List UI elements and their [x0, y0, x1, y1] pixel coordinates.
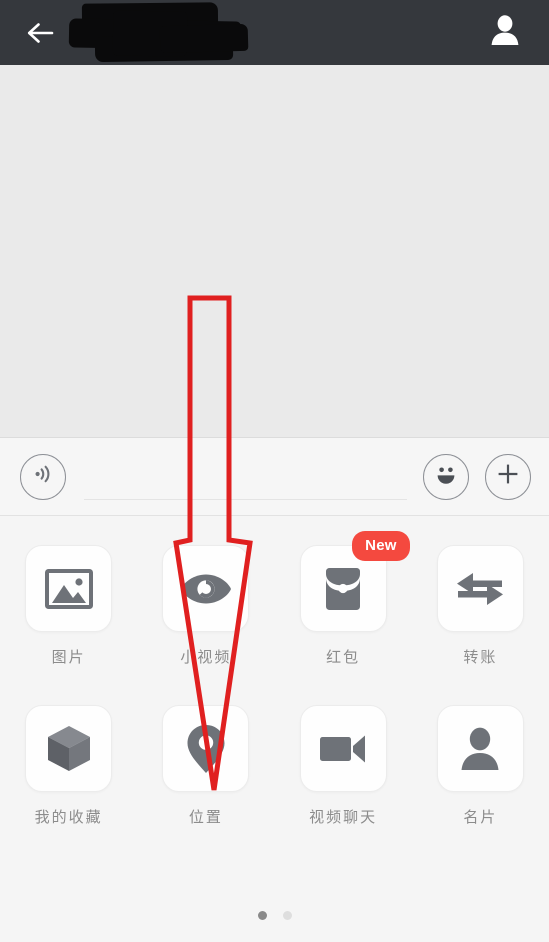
cube-icon [45, 724, 93, 774]
panel-item-label: 位置 [188, 809, 223, 826]
panel-item-label: 名片 [463, 809, 498, 826]
attachment-panel: 图片 小视频 New 红包 转账 我的收藏 位置 视频聊天 名片 [0, 516, 549, 942]
panel-row: 图片 小视频 New 红包 转账 [0, 528, 549, 688]
more-functions-button[interactable] [485, 453, 531, 500]
page-dot-2[interactable] [282, 911, 292, 920]
voice-input-button[interactable] [20, 453, 66, 500]
contact-info-button[interactable] [483, 11, 527, 55]
new-badge: New [352, 531, 410, 561]
panel-tile[interactable] [162, 545, 250, 632]
eye-icon [179, 572, 233, 606]
panel-item-label: 小视频 [180, 649, 232, 666]
panel-tile[interactable] [299, 705, 387, 792]
panel-item-transfer[interactable]: 转账 [412, 528, 549, 688]
panel-tile[interactable]: New [299, 531, 410, 632]
panel-tile[interactable] [436, 545, 524, 632]
back-button[interactable] [18, 11, 62, 55]
page-dot-1[interactable] [257, 911, 267, 920]
video-camera-icon [318, 732, 368, 766]
panel-item-location[interactable]: 位置 [137, 688, 274, 848]
contact-person-icon [490, 14, 520, 51]
chat-message-area[interactable] [0, 65, 549, 438]
image-icon [44, 567, 93, 611]
redaction-mark [159, 23, 249, 54]
app-header [0, 0, 549, 65]
redacted-title [64, 0, 284, 65]
message-text-input[interactable] [84, 454, 407, 500]
panel-item-label: 图片 [51, 649, 86, 666]
back-arrow-icon [26, 22, 54, 44]
red-packet-icon [322, 565, 364, 613]
smiley-face-icon [432, 460, 460, 493]
panel-item-label: 转账 [463, 649, 498, 666]
input-underline [84, 498, 407, 500]
message-input-bar [0, 438, 549, 516]
emoji-button[interactable] [423, 453, 469, 500]
panel-item-video-chat[interactable]: 视频聊天 [275, 688, 412, 848]
panel-item-label: 视频聊天 [309, 809, 378, 826]
panel-item-name-card[interactable]: 名片 [412, 688, 549, 848]
header-title-area [64, 0, 483, 65]
location-pin-icon [185, 723, 227, 775]
panel-item-favorites[interactable]: 我的收藏 [0, 688, 137, 848]
panel-tile[interactable] [162, 705, 250, 792]
panel-tile[interactable] [436, 705, 524, 792]
panel-tile[interactable] [25, 705, 113, 792]
panel-item-label: 红包 [326, 649, 361, 666]
panel-item-short-video[interactable]: 小视频 [137, 528, 274, 688]
panel-row: 我的收藏 位置 视频聊天 名片 [0, 688, 549, 848]
voice-wave-icon [31, 462, 55, 491]
panel-item-label: 我的收藏 [34, 809, 103, 826]
chat-screen: 图片 小视频 New 红包 转账 我的收藏 位置 视频聊天 名片 [0, 0, 549, 942]
panel-tile[interactable] [25, 545, 113, 632]
transfer-arrows-icon [455, 570, 505, 608]
panel-item-image[interactable]: 图片 [0, 528, 137, 688]
person-card-icon [459, 726, 501, 772]
page-indicator [0, 911, 549, 920]
plus-icon [495, 461, 521, 492]
panel-item-red-packet[interactable]: New 红包 [275, 528, 412, 688]
